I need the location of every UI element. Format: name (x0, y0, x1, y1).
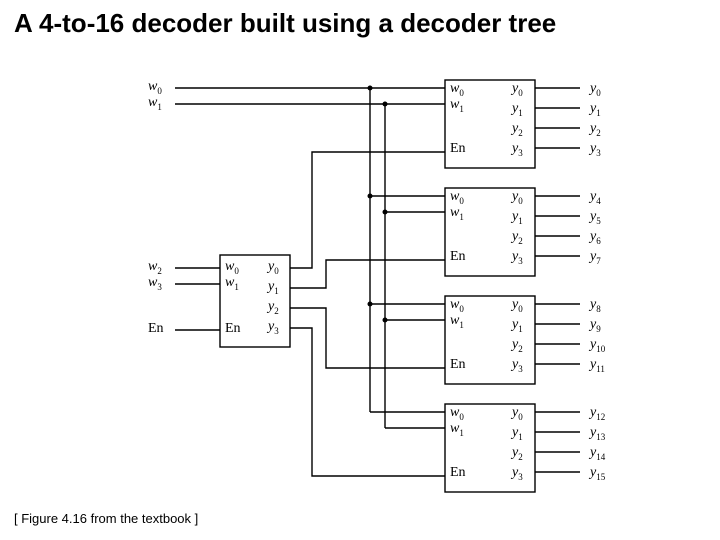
right-dec2-w0: w0 (450, 298, 464, 314)
output-y15: y15 (590, 466, 605, 482)
ext-input-w2: w2 (148, 260, 162, 276)
output-y14: y14 (590, 446, 605, 462)
ext-input-w0: w0 (148, 80, 162, 96)
right-dec2-iy3: y3 (512, 358, 523, 374)
right-dec3-iy1: y1 (512, 426, 523, 442)
right-dec0-iy1: y1 (512, 102, 523, 118)
right-dec3-en: En (450, 466, 466, 480)
right-dec3-iy3: y3 (512, 466, 523, 482)
right-dec3-w0: w0 (450, 406, 464, 422)
right-dec1-iy2: y2 (512, 230, 523, 246)
right-dec3-iy2: y2 (512, 446, 523, 462)
right-dec2-w1: w1 (450, 314, 464, 330)
output-y6: y6 (590, 230, 601, 246)
output-y11: y11 (590, 358, 605, 374)
ext-input-w1: w1 (148, 96, 162, 112)
output-y12: y12 (590, 406, 605, 422)
ext-input-en: En (148, 322, 164, 336)
right-dec0-iy3: y3 (512, 142, 523, 158)
output-y2: y2 (590, 122, 601, 138)
left-dec-w1: w1 (225, 276, 239, 292)
left-dec-y0: y0 (268, 260, 279, 276)
right-dec0-iy2: y2 (512, 122, 523, 138)
output-y9: y9 (590, 318, 601, 334)
output-y1: y1 (590, 102, 601, 118)
output-y7: y7 (590, 250, 601, 266)
right-dec3-iy0: y0 (512, 406, 523, 422)
left-dec-y2: y2 (268, 300, 279, 316)
right-dec1-w0: w0 (450, 190, 464, 206)
diagram-wiring (0, 0, 720, 540)
left-dec-y3: y3 (268, 320, 279, 336)
output-y4: y4 (590, 190, 601, 206)
left-dec-y1: y1 (268, 280, 279, 296)
right-dec0-iy0: y0 (512, 82, 523, 98)
output-y13: y13 (590, 426, 605, 442)
right-dec1-iy1: y1 (512, 210, 523, 226)
right-dec2-en: En (450, 358, 466, 372)
right-dec0-w1: w1 (450, 98, 464, 114)
right-dec1-en: En (450, 250, 466, 264)
right-dec1-iy3: y3 (512, 250, 523, 266)
output-y10: y10 (590, 338, 605, 354)
right-dec1-iy0: y0 (512, 190, 523, 206)
right-dec2-iy1: y1 (512, 318, 523, 334)
output-y5: y5 (590, 210, 601, 226)
right-dec2-iy2: y2 (512, 338, 523, 354)
left-dec-w0: w0 (225, 260, 239, 276)
left-dec-en: En (225, 322, 241, 336)
ext-input-w3: w3 (148, 276, 162, 292)
output-y0: y0 (590, 82, 601, 98)
right-dec0-en: En (450, 142, 466, 156)
right-dec1-w1: w1 (450, 206, 464, 222)
right-dec2-iy0: y0 (512, 298, 523, 314)
figure-caption: [ Figure 4.16 from the textbook ] (14, 511, 198, 526)
output-y8: y8 (590, 298, 601, 314)
right-dec3-w1: w1 (450, 422, 464, 438)
right-dec0-w0: w0 (450, 82, 464, 98)
output-y3: y3 (590, 142, 601, 158)
